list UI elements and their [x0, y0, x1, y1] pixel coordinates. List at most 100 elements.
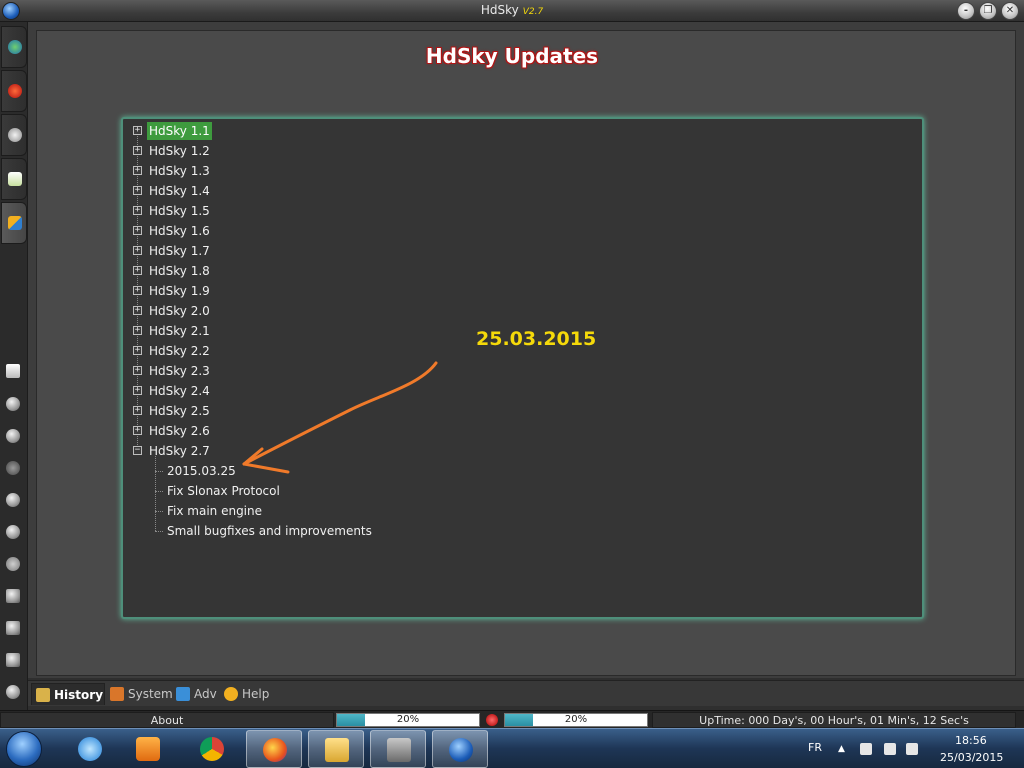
status-bar: About 20% 20% UpTime: 000 Day's, 00 Hour… [0, 710, 1024, 728]
system-icon [110, 687, 124, 701]
history-icon [36, 688, 50, 702]
about-button[interactable]: About [0, 712, 334, 728]
network-icon[interactable] [860, 743, 872, 755]
tools-icon[interactable] [6, 621, 20, 635]
expand-icon[interactable]: + [133, 246, 142, 255]
cpu-progress-text: 20% [396, 714, 420, 725]
refresh-icon[interactable] [6, 397, 20, 411]
tab-help[interactable]: Help [220, 683, 276, 705]
sidebar-tab-documents[interactable] [1, 158, 27, 200]
tree-item-label: HdSky 2.5 [149, 404, 210, 418]
tab-system-label: System [128, 687, 173, 701]
close-button[interactable]: ✕ [1001, 2, 1019, 20]
expand-icon[interactable]: + [133, 266, 142, 275]
window-version: V2.7 [522, 7, 544, 17]
expand-icon[interactable]: + [133, 126, 142, 135]
taskbar-hdsky[interactable] [432, 730, 488, 768]
tree-item-label: HdSky 1.2 [149, 144, 210, 158]
tab-adv[interactable]: Adv [172, 683, 222, 705]
tab-help-label: Help [242, 687, 270, 701]
taskbar-e2-app[interactable] [370, 730, 426, 768]
heart-icon[interactable] [6, 557, 20, 571]
tree-child-label: Small bugfixes and improvements [167, 524, 372, 538]
tree-child-label: 2015.03.25 [167, 464, 236, 478]
wrench-icon[interactable] [6, 589, 20, 603]
tree-item-label: HdSky 1.5 [149, 204, 210, 218]
cart-icon [176, 687, 190, 701]
clock-time[interactable]: 18:56 [955, 734, 987, 747]
tree-item-label: HdSky 2.1 [149, 324, 210, 338]
language-indicator[interactable]: FR [808, 741, 822, 754]
gear-icon [8, 128, 22, 142]
power-icon[interactable] [6, 685, 20, 699]
clock-date[interactable]: 25/03/2015 [940, 751, 1003, 764]
settings-wheel-icon[interactable] [6, 525, 20, 539]
show-hidden-icons-icon[interactable]: ▲ [838, 744, 845, 754]
expand-icon[interactable]: + [133, 306, 142, 315]
reload-icon[interactable] [6, 429, 20, 443]
tab-history[interactable]: History [31, 683, 105, 705]
expand-icon[interactable]: + [133, 326, 142, 335]
windows-taskbar: FR ▲ 18:56 25/03/2015 [0, 728, 1024, 768]
sidebar-tab-alert[interactable] [1, 70, 27, 112]
taskbar-media-player[interactable] [120, 730, 176, 768]
window-title-text: HdSky [480, 3, 519, 17]
minimize-button[interactable]: - [957, 2, 975, 20]
sidebar-tab-settings[interactable] [1, 114, 27, 156]
tree-item-label: HdSky 1.8 [149, 264, 210, 278]
bottom-tab-strip: History System Adv Help [28, 680, 1024, 706]
trash-icon[interactable] [6, 653, 20, 667]
memory-progress-bar: 20% [504, 713, 648, 727]
expand-icon[interactable]: + [133, 286, 142, 295]
tree-item-label: HdSky 2.2 [149, 344, 210, 358]
lightbulb-icon [224, 687, 238, 701]
collapse-icon[interactable]: − [133, 446, 142, 455]
expand-icon[interactable]: + [133, 186, 142, 195]
record-indicator-icon [486, 714, 498, 726]
tree-branch-line [155, 531, 163, 532]
sidebar-tab-updates[interactable] [1, 202, 27, 244]
memory-progress-text: 20% [564, 714, 588, 725]
maximize-button[interactable]: ❐ [979, 2, 997, 20]
expand-icon[interactable]: + [133, 426, 142, 435]
internet-explorer-icon [78, 737, 102, 761]
tree-item-label: HdSky 1.7 [149, 244, 210, 258]
volume-icon[interactable] [906, 743, 918, 755]
record-icon[interactable] [6, 461, 20, 475]
action-center-flag-icon[interactable] [884, 743, 896, 755]
expand-icon[interactable]: + [133, 386, 142, 395]
expand-icon[interactable]: + [133, 206, 142, 215]
tree-item-label: HdSky 1.4 [149, 184, 210, 198]
taskbar-chrome[interactable] [184, 730, 240, 768]
expand-icon[interactable]: + [133, 146, 142, 155]
cog-icon[interactable] [6, 493, 20, 507]
expand-icon[interactable]: + [133, 366, 142, 375]
tree-child-label: Fix main engine [167, 504, 263, 518]
tree-item-label: HdSky 1.9 [149, 284, 210, 298]
alarm-icon [8, 84, 22, 98]
tree-item-label: HdSky 2.7 [149, 444, 210, 458]
tree-item-label: HdSky 2.6 [149, 424, 210, 438]
update-history-tree[interactable]: + HdSky 1.1 + HdSky 1.2 + HdSky 1.3 + HdSky 1.4… [121, 117, 924, 619]
taskbar-file-explorer[interactable] [308, 730, 364, 768]
expand-icon[interactable]: + [133, 406, 142, 415]
tree-child-connector-line [155, 456, 156, 531]
taskbar-internet-explorer[interactable] [62, 730, 118, 768]
date-annotation: 25.03.2015 [476, 328, 597, 350]
taskbar-firefox[interactable] [246, 730, 302, 768]
hdsky-icon [449, 738, 473, 762]
expand-icon[interactable]: + [133, 346, 142, 355]
tab-adv-label: Adv [194, 687, 217, 701]
tab-system[interactable]: System [106, 683, 173, 705]
tree-item-label: HdSky 2.3 [149, 364, 210, 378]
expand-icon[interactable]: + [133, 166, 142, 175]
page-title: HdSky Updates [425, 44, 599, 68]
file-icon[interactable] [6, 364, 20, 378]
chrome-icon [200, 737, 224, 761]
tree-branch-line [155, 471, 163, 472]
expand-icon[interactable]: + [133, 226, 142, 235]
tree-item-label: HdSky 1.1 [147, 122, 212, 140]
tree-item-label: HdSky 1.6 [149, 224, 210, 238]
firefox-icon [263, 738, 287, 762]
start-button[interactable] [6, 731, 42, 767]
